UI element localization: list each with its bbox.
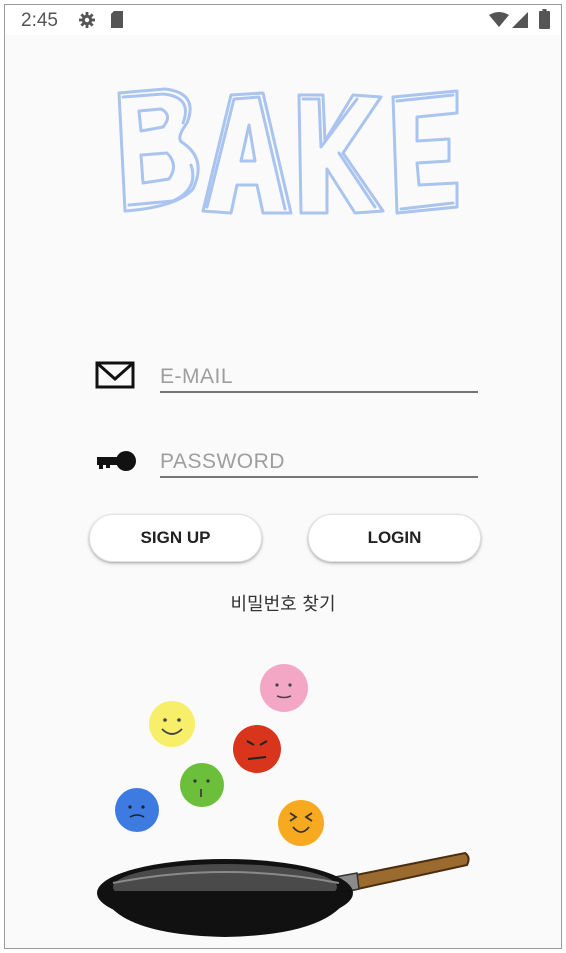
key-icon <box>97 451 136 471</box>
wifi-icon <box>489 12 509 27</box>
pink-face-icon <box>260 664 308 712</box>
mail-icon <box>95 361 135 389</box>
orange-face-icon <box>278 800 324 846</box>
signal-icon <box>512 12 528 28</box>
app-screen: 2:45 E-MAIL SIGN UP LOGIN 비밀번호 찾기 <box>4 4 562 949</box>
status-time: 2:45 <box>21 10 58 31</box>
password-input[interactable] <box>160 450 478 474</box>
illustration <box>97 664 470 937</box>
red-face-icon <box>233 725 281 773</box>
frying-pan-icon <box>97 851 470 937</box>
sign-up-button[interactable]: SIGN UP <box>89 514 262 562</box>
email-field[interactable] <box>160 357 478 393</box>
gear-icon <box>79 12 95 28</box>
email-input[interactable] <box>160 365 478 389</box>
blue-face-icon <box>115 788 159 832</box>
sd-card-icon <box>111 11 123 28</box>
find-password-link[interactable]: 비밀번호 찾기 <box>5 590 561 616</box>
battery-icon <box>539 9 550 29</box>
green-face-icon <box>180 763 224 807</box>
login-button[interactable]: LOGIN <box>308 514 481 562</box>
yellow-face-icon <box>149 701 195 747</box>
password-field[interactable] <box>160 442 478 478</box>
bake-logo <box>117 87 459 215</box>
status-bar: 2:45 <box>5 5 561 35</box>
